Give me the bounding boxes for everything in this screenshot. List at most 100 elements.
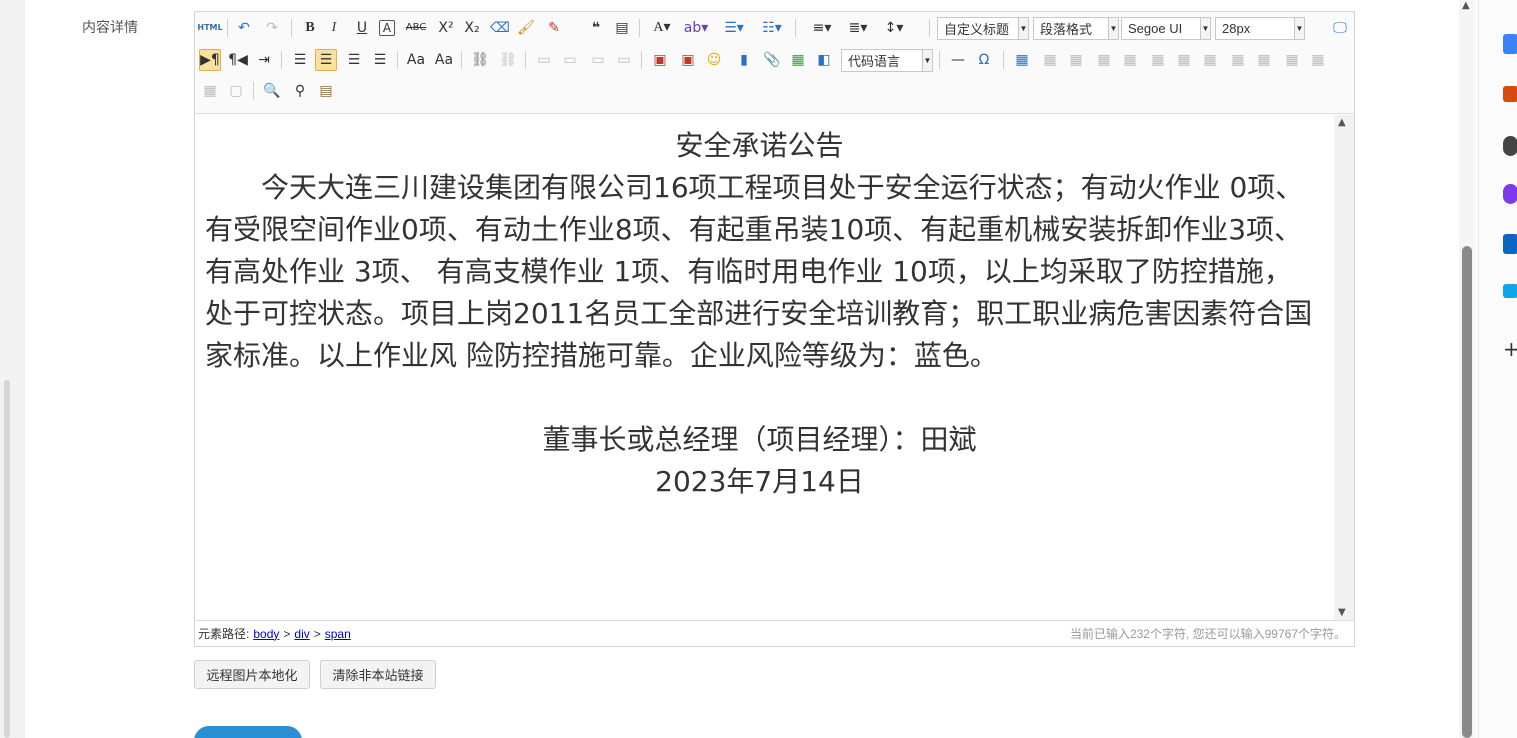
separator: [397, 51, 398, 69]
font-color-icon[interactable]: A▾: [647, 17, 677, 39]
image-none-icon[interactable]: ▭: [533, 49, 555, 71]
submit-button[interactable]: [194, 726, 302, 738]
indent-icon[interactable]: ⇥: [253, 49, 275, 71]
font-border-icon[interactable]: A: [379, 20, 395, 36]
row-spacing-bottom-icon[interactable]: ≣▾: [843, 17, 873, 39]
code-language-select[interactable]: 代码语言 ▼: [841, 49, 933, 72]
send-icon[interactable]: [1503, 284, 1517, 298]
insert-video-icon[interactable]: ▮: [733, 49, 755, 71]
page-scrollbar[interactable]: ▲: [1459, 0, 1475, 738]
merge-down-icon[interactable]: ▦: [1253, 49, 1275, 71]
localize-images-button[interactable]: 远程图片本地化: [194, 660, 310, 689]
superscript-icon[interactable]: X²: [435, 17, 457, 39]
path-span-link[interactable]: span: [325, 627, 351, 641]
line-height-icon[interactable]: ↕▾: [879, 17, 909, 39]
delete-row-icon[interactable]: ▦: [1119, 49, 1141, 71]
scroll-down-icon[interactable]: ▼: [1338, 607, 1346, 618]
attachment-icon[interactable]: 📎: [761, 49, 783, 71]
italic-icon[interactable]: I: [323, 17, 345, 39]
chess-icon[interactable]: [1503, 136, 1517, 156]
row-spacing-top-icon[interactable]: ≡▾: [807, 17, 837, 39]
split-cells-icon[interactable]: ▦: [1281, 49, 1303, 71]
auto-format-icon[interactable]: ✎: [543, 17, 565, 39]
editor-content[interactable]: 安全承诺公告 今天大连三川建设集团有限公司16项工程项目处于安全运行状态；有动火…: [195, 115, 1334, 620]
undo-icon[interactable]: ↶: [233, 17, 255, 39]
delete-col-icon[interactable]: ▦: [1173, 49, 1195, 71]
preview-icon[interactable]: 🔍: [261, 80, 283, 102]
paste-icon[interactable]: ▤: [315, 80, 337, 102]
horizontal-rule-icon[interactable]: —: [947, 49, 969, 71]
insert-paragraph-before-table-icon[interactable]: ▦: [1065, 49, 1087, 71]
split-rows-icon[interactable]: ▦: [1307, 49, 1329, 71]
simple-upload-icon[interactable]: ▣: [649, 49, 671, 71]
image-right-icon[interactable]: ▭: [587, 49, 609, 71]
font-family-select[interactable]: Segoe UI ▼: [1121, 17, 1211, 40]
align-justify-icon[interactable]: ☰: [369, 49, 391, 71]
split-cols-icon[interactable]: ▦: [199, 80, 221, 102]
scrollbar-thumb[interactable]: [1462, 246, 1472, 738]
format-painter-icon[interactable]: 🖌: [515, 17, 537, 39]
image-left-icon[interactable]: ▭: [559, 49, 581, 71]
insert-col-icon[interactable]: ▦: [1147, 49, 1169, 71]
subscript-icon[interactable]: X₂: [461, 17, 483, 39]
separator: [639, 19, 640, 37]
eraser-icon[interactable]: ⌫: [489, 17, 511, 39]
insert-code-icon[interactable]: ◧: [813, 49, 835, 71]
notice-title: 安全承诺公告: [675, 129, 844, 162]
insert-image-icon[interactable]: ▣: [677, 49, 699, 71]
paragraph-format-select[interactable]: 段落格式 ▼: [1033, 17, 1119, 40]
unlink-icon[interactable]: ⛓: [497, 49, 519, 71]
clear-links-button[interactable]: 清除非本站链接: [320, 660, 436, 689]
lowercase-icon[interactable]: Aa: [433, 49, 455, 71]
strikethrough-icon[interactable]: ABC: [405, 17, 427, 39]
copilot-icon[interactable]: [1503, 184, 1517, 204]
source-html-button[interactable]: HTML: [197, 17, 222, 39]
paste-plain-icon[interactable]: ▤: [611, 17, 633, 39]
link-icon[interactable]: ⛓: [469, 49, 491, 71]
image-center-icon[interactable]: ▭: [613, 49, 635, 71]
unordered-list-icon[interactable]: ☷▾: [757, 17, 787, 39]
scroll-up-icon[interactable]: ▲: [1338, 117, 1346, 128]
align-center-icon[interactable]: ☰: [315, 49, 337, 71]
path-body-link[interactable]: body: [253, 627, 279, 641]
rtl-direction-icon[interactable]: ¶◀: [227, 49, 249, 71]
insert-table-icon[interactable]: ▦: [1011, 49, 1033, 71]
outlook-icon[interactable]: [1503, 234, 1517, 254]
font-size-select[interactable]: 28px ▼: [1215, 17, 1305, 40]
special-chars-icon[interactable]: Ω: [973, 49, 995, 71]
redo-icon[interactable]: ↷: [261, 17, 283, 39]
scroll-up-icon[interactable]: ▲: [1462, 0, 1470, 11]
add-icon[interactable]: +: [1503, 337, 1517, 361]
custom-heading-select[interactable]: 自定义标题 ▼: [937, 17, 1029, 40]
delete-table-icon[interactable]: ▦: [1039, 49, 1061, 71]
chevron-down-icon: ▼: [1108, 18, 1118, 39]
browser-sidebar: +: [1478, 0, 1517, 738]
map-icon[interactable]: ▦: [787, 49, 809, 71]
tag-icon[interactable]: [1503, 34, 1517, 54]
search-replace-icon[interactable]: ⚲: [289, 80, 311, 102]
ltr-direction-icon[interactable]: ▶¶: [199, 49, 221, 71]
underline-icon[interactable]: U: [351, 17, 373, 39]
fullscreen-icon[interactable]: 🖵: [1329, 17, 1351, 39]
path-div-link[interactable]: div: [294, 627, 309, 641]
left-panel: [0, 0, 25, 738]
uppercase-icon[interactable]: Aa: [405, 49, 427, 71]
emotion-icon[interactable]: ☺: [703, 49, 725, 71]
page-break-icon[interactable]: ▢: [225, 80, 247, 102]
separator: [525, 51, 526, 69]
merge-right-icon[interactable]: ▦: [1227, 49, 1249, 71]
toolbox-icon[interactable]: [1503, 86, 1517, 102]
insert-row-icon[interactable]: ▦: [1093, 49, 1115, 71]
editor-scrollbar[interactable]: ▲ ▼: [1334, 115, 1354, 620]
chevron-down-icon: ▼: [922, 50, 932, 71]
bold-icon[interactable]: B: [299, 17, 321, 39]
align-left-icon[interactable]: ☰: [289, 49, 311, 71]
align-right-icon[interactable]: ☰: [343, 49, 365, 71]
field-label: 内容详情: [82, 20, 138, 36]
editor-toolbar: HTML ↶ ↷ B I U A ABC X² X₂ ⌫ 🖌 ✎ ❝ ▤ A▾ …: [195, 12, 1354, 114]
left-scrollbar[interactable]: [4, 380, 10, 738]
ordered-list-icon[interactable]: ☰▾: [719, 17, 749, 39]
background-color-icon[interactable]: ab▾: [681, 17, 711, 39]
blockquote-icon[interactable]: ❝: [585, 17, 607, 39]
merge-cells-icon[interactable]: ▦: [1199, 49, 1221, 71]
